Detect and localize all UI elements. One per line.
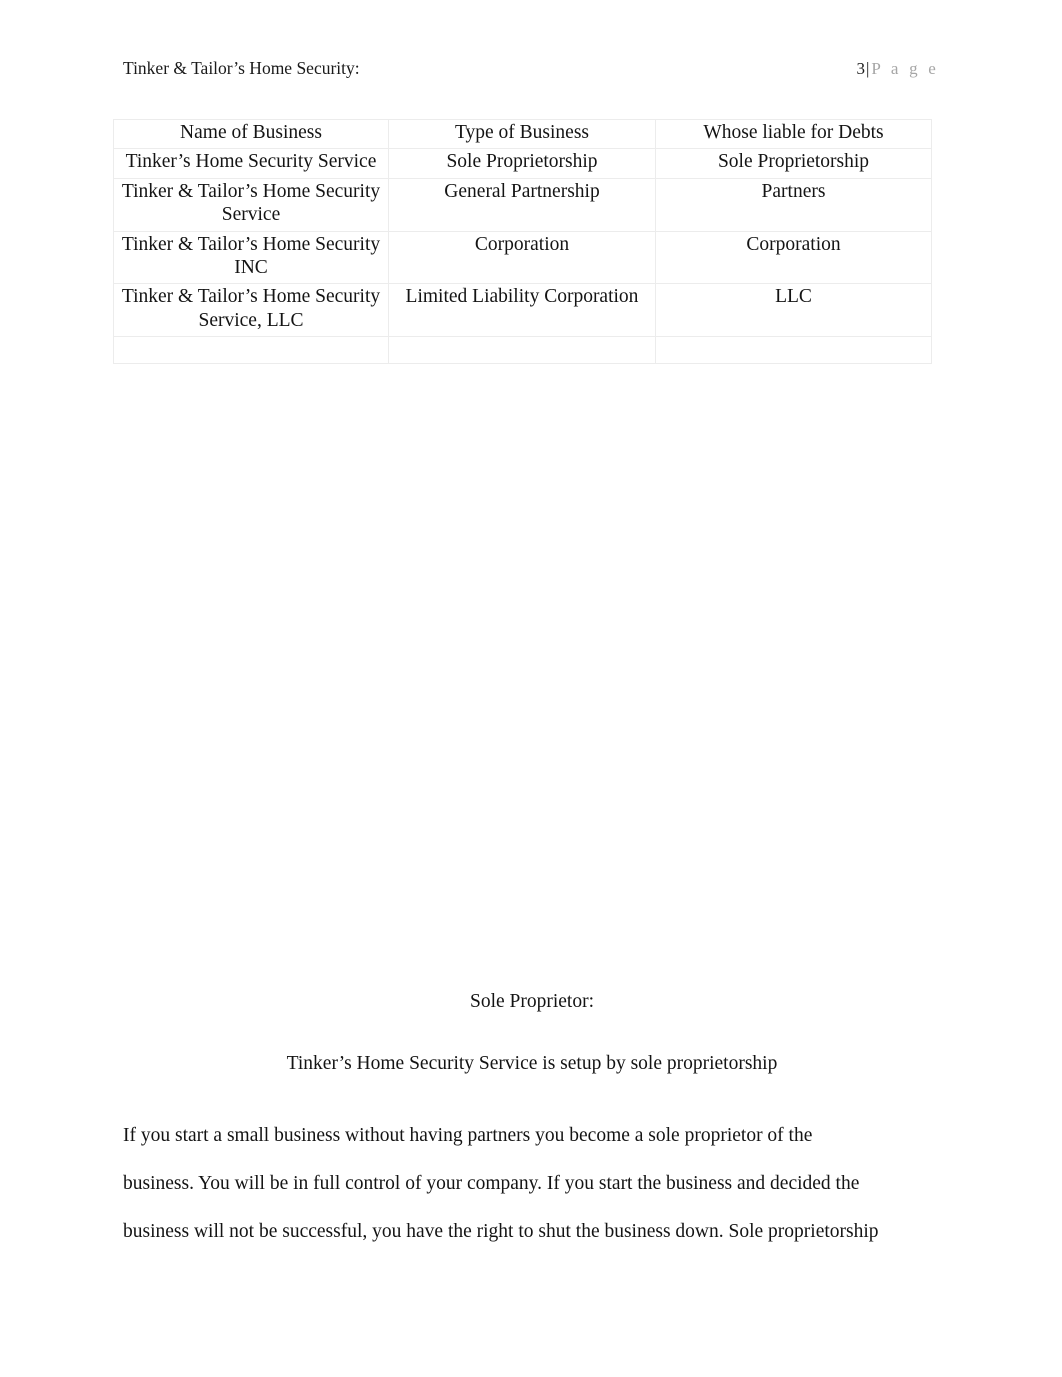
business-entity-table: Name of Business Type of Business Whose …: [113, 118, 932, 365]
paragraph-line: If you start a small business without ha…: [123, 1125, 813, 1146]
cell-business-name: Tinker’s Home Security Service: [113, 148, 389, 179]
table-row: Tinker & Tailor’s Home Security Service …: [113, 177, 932, 232]
cell-liable-party: Partners: [655, 177, 932, 232]
empty-cell-content: [389, 337, 655, 338]
table-row: Tinker & Tailor’s Home Security Service,…: [113, 283, 932, 338]
empty-cell-content: [656, 337, 931, 338]
section-subheading: Tinker’s Home Security Service is setup …: [286, 1053, 778, 1074]
column-header-name-of-business: Name of Business: [113, 118, 389, 150]
document-header: Tinker & Tailor’s Home Security: 3| P a g…: [123, 58, 939, 88]
cell-business-type: Limited Liability Corporation: [388, 283, 656, 338]
empty-cell-content: [114, 337, 388, 338]
cell-business-name: Tinker & Tailor’s Home Security INC: [113, 230, 389, 285]
business-table-container: Name of Business Type of Business Whose …: [113, 118, 932, 365]
body-paragraph: If you start a small business without ha…: [123, 1112, 941, 1256]
table-row: Tinker & Tailor’s Home Security INC Corp…: [113, 230, 932, 285]
cell-business-name: Tinker & Tailor’s Home Security Service: [113, 177, 389, 232]
page-number: 3: [856, 59, 866, 78]
cell-business-type: Sole Proprietorship: [388, 148, 656, 179]
cell-business-type: [388, 336, 656, 365]
page-indicator: 3| P a g e: [857, 59, 939, 79]
cell-liable-party: Corporation: [655, 230, 932, 285]
column-header-whose-liable-for-debts: Whose liable for Debts: [655, 118, 932, 150]
cell-liable-party: LLC: [655, 283, 932, 338]
cell-liable-party: Sole Proprietorship: [655, 148, 932, 179]
paragraph-line: business. You will be in full control of…: [123, 1173, 860, 1194]
table-header-row: Name of Business Type of Business Whose …: [113, 118, 932, 150]
paragraph-line: business will not be successful, you hav…: [123, 1221, 879, 1242]
table-row: Tinker’s Home Security Service Sole Prop…: [113, 148, 932, 179]
cell-business-name: Tinker & Tailor’s Home Security Service,…: [113, 283, 389, 338]
cell-liable-party: [655, 336, 932, 365]
page-separator: |: [866, 59, 870, 78]
header-title: Tinker & Tailor’s Home Security:: [123, 58, 360, 78]
cell-business-type: General Partnership: [388, 177, 656, 232]
cell-business-name: [113, 336, 389, 365]
document-page: Tinker & Tailor’s Home Security: 3| P a g…: [0, 0, 1062, 1377]
page-label: P a g e: [871, 59, 939, 78]
column-header-type-of-business: Type of Business: [388, 118, 656, 150]
table-row-empty: [113, 336, 932, 365]
section-heading: Sole Proprietor:: [469, 991, 595, 1012]
cell-business-type: Corporation: [388, 230, 656, 285]
